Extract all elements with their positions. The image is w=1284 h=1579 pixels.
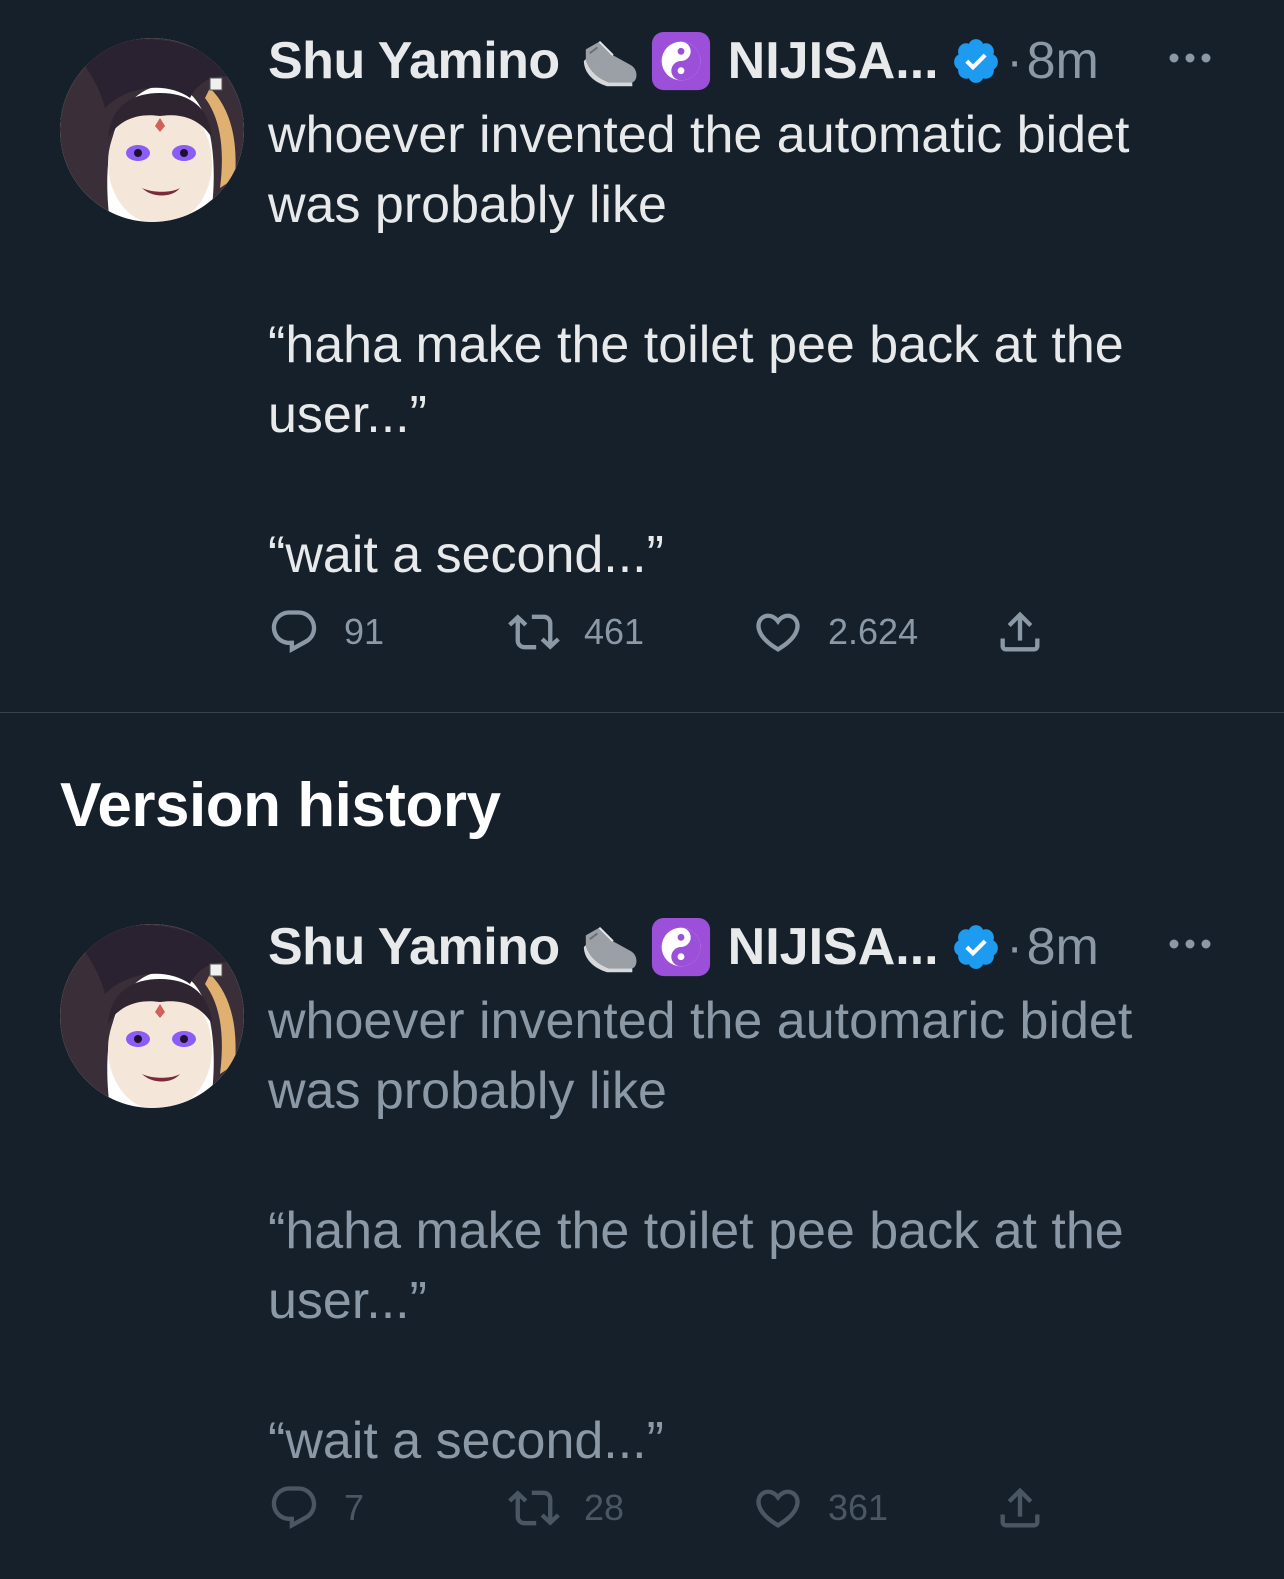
- affiliation-name: NIJISA...: [727, 918, 939, 976]
- reply-button[interactable]: 91: [268, 606, 384, 658]
- retweet-button[interactable]: 28: [508, 1482, 624, 1534]
- reply-count: 91: [344, 611, 385, 652]
- tweet-header: Shu Yamino NIJISA... · 8m: [268, 914, 1099, 980]
- share-icon: [994, 1482, 1046, 1534]
- like-count: 361: [828, 1487, 889, 1528]
- share-icon: [994, 606, 1046, 658]
- avatar[interactable]: [60, 924, 244, 1108]
- timestamp[interactable]: 8m: [1027, 31, 1099, 91]
- reply-count: 7: [344, 1487, 365, 1528]
- more-options-icon[interactable]: [1168, 48, 1212, 68]
- tweet-text-line: “wait a second...”: [268, 1412, 664, 1470]
- tweet-text-line: [268, 1336, 1228, 1406]
- tweet-previous-version[interactable]: Shu Yamino NIJISA... · 8m whoever invent…: [0, 886, 1284, 1579]
- tweet-text-line: user...”: [268, 386, 427, 444]
- tweet-text: whoever invented the automaric bidet was…: [268, 986, 1228, 1476]
- avatar[interactable]: [60, 38, 244, 222]
- tweet-actions: 91 461 2.624: [268, 606, 1068, 658]
- share-button[interactable]: [994, 606, 1046, 658]
- yin-yang-emoji-icon: [650, 30, 712, 92]
- retweet-count: 28: [584, 1487, 625, 1528]
- tweet-text-line: user...”: [268, 1272, 427, 1330]
- reply-button[interactable]: 7: [268, 1482, 364, 1534]
- timestamp[interactable]: 8m: [1027, 917, 1099, 977]
- retweet-icon: [508, 606, 560, 658]
- yin-yang-emoji-icon: [650, 916, 712, 978]
- tweet-actions: 7 28 361: [268, 1482, 1068, 1534]
- tweet-text-line: whoever invented the automatic bidet: [268, 106, 1130, 164]
- separator-dot: ·: [1006, 920, 1023, 974]
- tweet-text-line: [268, 240, 1228, 310]
- tweet-text-line: “haha make the toilet pee back at the: [268, 316, 1124, 374]
- tweet-text-line: “haha make the toilet pee back at the: [268, 1202, 1124, 1260]
- avatar-image: [60, 38, 244, 222]
- tweet-current[interactable]: Shu Yamino NIJISA... · 8m whoever invent…: [0, 0, 1284, 718]
- sneaker-emoji-icon: [580, 916, 642, 978]
- reply-icon: [268, 1482, 320, 1534]
- tweet-text-line: was probably like: [268, 176, 667, 234]
- tweet-text-line: “wait a second...”: [268, 526, 664, 584]
- share-button[interactable]: [994, 1482, 1046, 1534]
- reply-icon: [268, 606, 320, 658]
- display-name[interactable]: Shu Yamino: [268, 31, 560, 91]
- retweet-button[interactable]: 461: [508, 606, 644, 658]
- like-button[interactable]: 2.624: [752, 606, 918, 658]
- like-count: 2.624: [828, 611, 919, 652]
- affiliation-name: NIJISA...: [727, 32, 939, 90]
- tweet-text-line: was probably like: [268, 1062, 667, 1120]
- verified-badge-icon[interactable]: [951, 36, 1001, 86]
- avatar-image: [60, 924, 244, 1108]
- divider: [0, 712, 1284, 713]
- heart-icon: [752, 1482, 804, 1534]
- tweet-text: whoever invented the automatic bidet was…: [268, 100, 1228, 590]
- retweet-count: 461: [584, 611, 645, 652]
- retweet-icon: [508, 1482, 560, 1534]
- separator-dot: ·: [1006, 34, 1023, 88]
- verified-badge-icon[interactable]: [951, 922, 1001, 972]
- like-button[interactable]: 361: [752, 1482, 888, 1534]
- tweet-text-line: whoever invented the automaric bidet: [268, 992, 1133, 1050]
- more-options-icon[interactable]: [1168, 934, 1212, 954]
- display-name[interactable]: Shu Yamino: [268, 917, 560, 977]
- sneaker-emoji-icon: [580, 30, 642, 92]
- version-history-title: Version history: [60, 771, 501, 840]
- tweet-text-line: [268, 450, 1228, 520]
- tweet-header: Shu Yamino NIJISA... · 8m: [268, 28, 1099, 94]
- tweet-text-line: [268, 1126, 1228, 1196]
- heart-icon: [752, 606, 804, 658]
